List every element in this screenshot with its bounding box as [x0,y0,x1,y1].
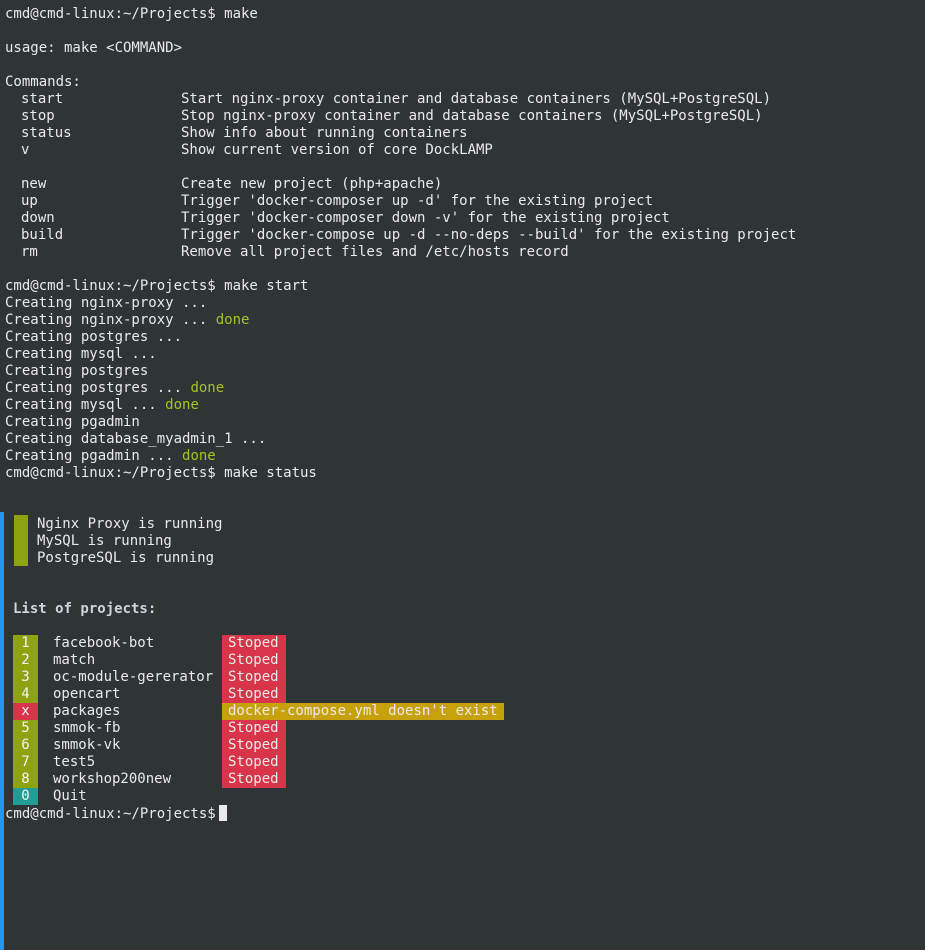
project-name: match [53,652,96,668]
project-number: 3 [13,669,38,686]
project-number: 6 [13,737,38,754]
running-status-bar [14,515,28,566]
output-line: Creating postgres ... done [5,380,225,396]
done-label: done [165,397,199,413]
command-row: new Create new project (php+apache) [5,176,905,193]
done-label: done [190,380,225,396]
project-number: 7 [13,754,38,771]
projects-title: List of projects: [13,601,157,617]
command-row: stop Stop nginx-proxy container and datab… [5,108,905,125]
running-nginx: Nginx Proxy is running [37,516,223,532]
project-number: 1 [13,635,38,652]
output-line: Creating pgadmin ... done [5,448,216,464]
project-status-badge: Stoped [222,737,286,754]
project-name: packages [53,703,121,719]
output-line: Creating database_myadmin_1 ... [5,431,267,447]
commands-header: Commands: [5,74,81,90]
terminal-window[interactable]: cmd@cmd-linux:~/Projects$ make usage: ma… [0,0,925,950]
command-name: rm [21,244,38,260]
command-desc: Stop nginx-proxy container and database … [181,108,763,124]
command-name: up [21,193,38,209]
project-status-badge: Stoped [222,686,286,703]
output-line: Creating nginx-proxy ... done [5,312,250,328]
project-status-badge: Stoped [222,652,286,669]
command-row: down Trigger 'docker-composer down -v' fo… [5,210,905,227]
project-number: x [13,703,38,720]
output-line: Creating pgadmin [5,414,140,430]
final-prompt: cmd@cmd-linux:~/Projects$ [5,806,216,822]
project-name: workshop200new [53,771,172,787]
project-status-badge: Stoped [222,720,286,737]
output-line: Creating mysql ... [5,346,157,362]
command-desc: Create new project (php+apache) [181,176,443,192]
quit-number: 0 [13,788,38,805]
running-mysql: MySQL is running [37,533,172,549]
command-name: new [21,176,47,192]
project-name: facebook-bot [53,635,155,651]
command-name: v [21,142,30,158]
running-postgres: PostgreSQL is running [37,550,215,566]
project-number: 2 [13,652,38,669]
command-row: up Trigger 'docker-composer up -d' for th… [5,193,905,210]
project-status-badge: docker-compose.yml doesn't exist [222,703,504,720]
project-name: smmok-vk [53,737,121,753]
window-edge-accent [0,512,4,950]
command-name: stop [21,108,55,124]
project-status-badge: Stoped [222,635,286,652]
command-desc: Remove all project files and /etc/hosts … [181,244,569,260]
command-row: status Show info about running containers [5,125,905,142]
done-label: done [215,312,250,328]
project-name: smmok-fb [53,720,121,736]
project-status-badge: Stoped [222,754,286,771]
prompt-make-status: cmd@cmd-linux:~/Projects$ make status [5,465,317,481]
final-prompt-line[interactable]: cmd@cmd-linux:~/Projects$ [5,805,227,822]
done-label: done [182,448,216,464]
command-name: down [21,210,55,226]
command-desc: Trigger 'docker-composer up -d' for the … [181,193,654,209]
command-row: rm Remove all project files and /etc/host… [5,244,905,261]
command-row: build Trigger 'docker-compose up -d --no-… [5,227,905,244]
command-desc: Show current version of core DockLAMP [181,142,493,158]
output-line: Creating postgres [5,363,149,379]
usage-line: usage: make <COMMAND> [5,40,183,56]
project-number: 5 [13,720,38,737]
quit-label: Quit [53,788,87,804]
command-name: start [21,91,64,107]
project-number: 4 [13,686,38,703]
project-name: opencart [53,686,121,702]
prompt-make: cmd@cmd-linux:~/Projects$ make [5,6,258,22]
command-name: status [21,125,72,141]
command-row: start Start nginx-proxy container and dat… [5,91,905,108]
command-desc: Trigger 'docker-compose up -d --no-deps … [181,227,797,243]
text-cursor [218,805,227,821]
output-line: Creating postgres ... [5,329,183,345]
project-name: oc-module-gererator [53,669,214,685]
output-line: Creating nginx-proxy ... [5,295,208,311]
command-desc: Show info about running containers [181,125,468,141]
project-status-badge: Stoped [222,669,286,686]
project-number: 8 [13,771,38,788]
command-desc: Trigger 'docker-composer down -v' for th… [181,210,670,226]
command-desc: Start nginx-proxy container and database… [181,91,772,107]
output-line: Creating mysql ... done [5,397,199,413]
project-name: test5 [53,754,96,770]
command-name: build [21,227,64,243]
command-row: v Show current version of core DockLAMP [5,142,905,159]
prompt-make-start: cmd@cmd-linux:~/Projects$ make start [5,278,309,294]
project-status-badge: Stoped [222,771,286,788]
